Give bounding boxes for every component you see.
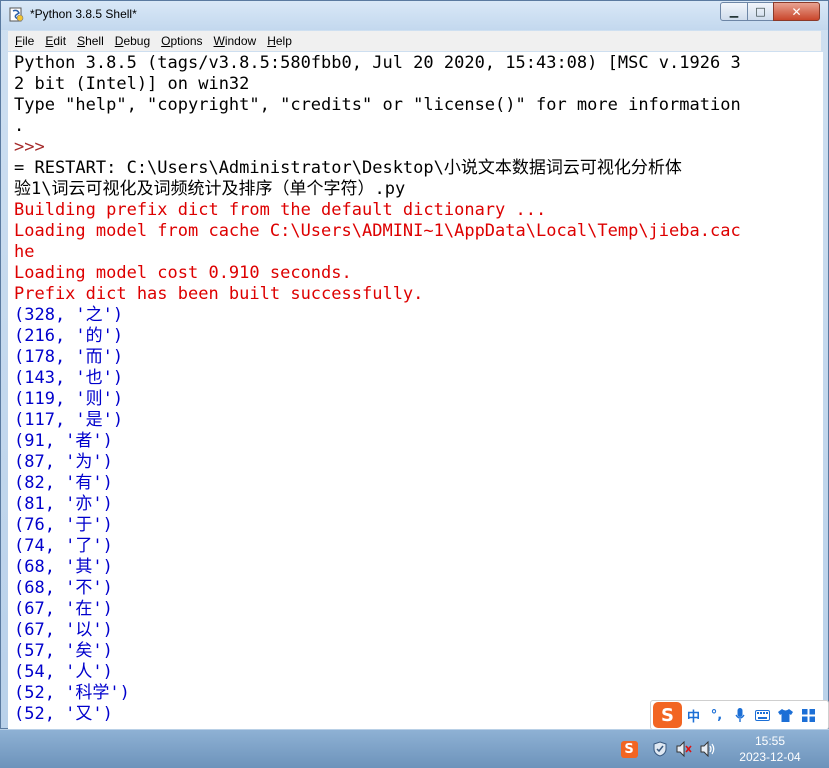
ime-toolbar: S 中 °, — [650, 700, 829, 730]
shell-line: he — [14, 242, 35, 262]
shell-line: Loading model from cache C:\Users\ADMINI… — [14, 221, 741, 241]
menu-edit[interactable]: Edit — [38, 34, 70, 48]
maximize-icon: □ — [755, 5, 766, 18]
clock-date: 2023-12-04 — [739, 750, 801, 764]
shell-line: (91, '者') — [14, 431, 113, 451]
minimize-icon: ▁ — [729, 5, 739, 18]
shell-line: (68, '其') — [14, 557, 113, 577]
window-title: *Python 3.8.5 Shell* — [30, 7, 137, 21]
menu-bar: File Edit Shell Debug Options Window Hel… — [8, 31, 821, 51]
menu-window[interactable]: Window — [207, 34, 261, 48]
shell-line: (57, '矣') — [14, 641, 113, 661]
volume-icon[interactable] — [699, 740, 717, 758]
maximize-button[interactable]: □ — [747, 2, 774, 21]
menu-help[interactable]: Help — [260, 34, 296, 48]
shell-line: (81, '亦') — [14, 494, 113, 514]
shell-text-area[interactable]: Python 3.8.5 (tags/v3.8.5:580fbb0, Jul 2… — [8, 52, 823, 729]
menu-options[interactable]: Options — [154, 34, 206, 48]
minimize-button[interactable]: ▁ — [720, 2, 748, 21]
sogou-logo-icon[interactable]: S — [653, 702, 682, 728]
keyboard-icon[interactable] — [751, 709, 774, 721]
shell-line: (216, '的') — [14, 326, 124, 346]
shell-line: (67, '在') — [14, 599, 113, 619]
sogou-tray-icon[interactable]: S — [620, 740, 638, 758]
shell-line: (328, '之') — [14, 305, 124, 325]
shell-line: (82, '有') — [14, 473, 113, 493]
speaker-muted-icon[interactable] — [675, 740, 693, 758]
menu-debug[interactable]: Debug — [108, 34, 154, 48]
shell-line: (143, '也') — [14, 368, 124, 388]
shell-line: (74, '了') — [14, 536, 113, 556]
idle-shell-window: *Python 3.8.5 Shell* ▁ □ ✕ File Edit She… — [0, 0, 829, 729]
shell-line: 验1\词云可视化及词频统计及排序（单个字符）.py — [14, 179, 406, 199]
shell-line: (117, '是') — [14, 410, 124, 430]
microphone-icon[interactable] — [728, 707, 751, 723]
title-bar[interactable]: *Python 3.8.5 Shell* ▁ □ ✕ — [1, 1, 828, 30]
shell-line: >>> — [14, 137, 55, 157]
menu-shell[interactable]: Shell — [70, 34, 108, 48]
shell-line: (67, '以') — [14, 620, 113, 640]
system-clock[interactable]: 15:55 2023-12-04 — [728, 733, 812, 765]
shell-line: (68, '不') — [14, 578, 113, 598]
toolbox-grid-icon[interactable] — [797, 708, 820, 722]
punctuation-toggle[interactable]: °, — [705, 708, 728, 723]
shell-line: (76, '于') — [14, 515, 113, 535]
close-button[interactable]: ✕ — [773, 2, 820, 21]
shell-line: Python 3.8.5 (tags/v3.8.5:580fbb0, Jul 2… — [14, 53, 741, 73]
shell-line: Prefix dict has been built successfully. — [14, 284, 424, 304]
shell-line: Type "help", "copyright", "credits" or "… — [14, 95, 741, 115]
shell-line: (178, '而') — [14, 347, 124, 367]
shell-line: (87, '为') — [14, 452, 113, 472]
close-icon: ✕ — [791, 4, 802, 19]
shield-icon[interactable] — [651, 740, 669, 758]
ime-mode-toggle[interactable]: 中 — [682, 706, 705, 725]
shell-line: . — [14, 116, 25, 136]
python-idle-icon — [9, 7, 24, 22]
taskbar: S 15:55 2023-12-04 — [0, 729, 829, 768]
clock-time: 15:55 — [754, 734, 786, 748]
shell-line: 2 bit (Intel)] on win32 — [14, 74, 250, 94]
menu-file[interactable]: File — [8, 34, 38, 48]
shell-line: Building prefix dict from the default di… — [14, 200, 547, 220]
shell-line: (119, '则') — [14, 389, 124, 409]
shell-line: (54, '人') — [14, 662, 113, 682]
skin-shirt-icon[interactable] — [774, 708, 797, 722]
shell-line: Loading model cost 0.910 seconds. — [14, 263, 352, 283]
shell-line: = RESTART: C:\Users\Administrator\Deskto… — [14, 158, 682, 178]
